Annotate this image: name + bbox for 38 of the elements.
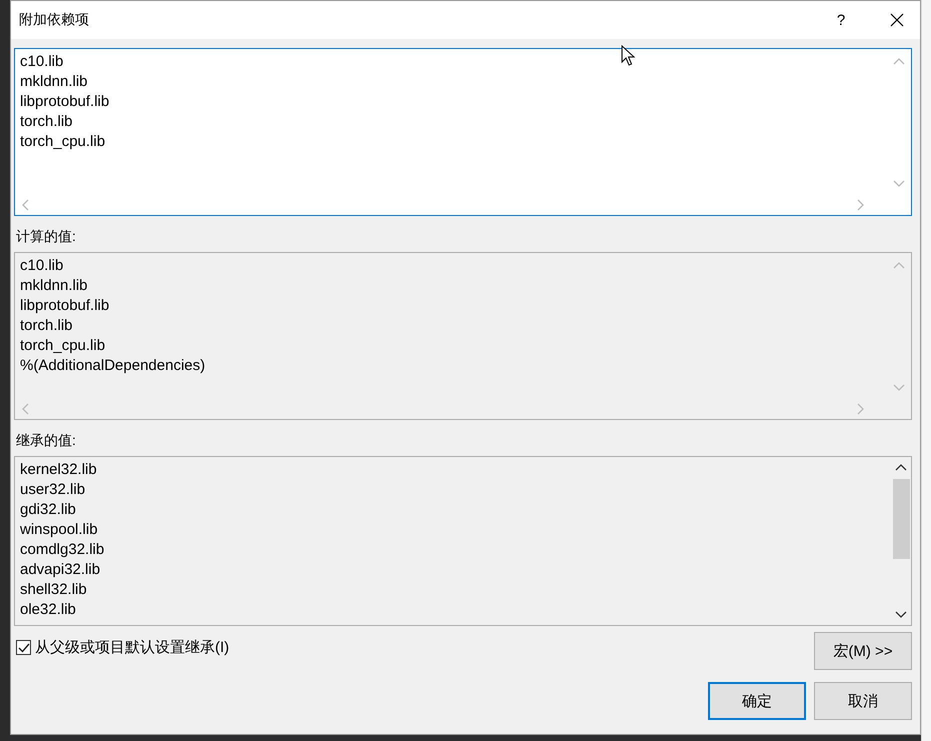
editor-line: c10.lib: [20, 52, 64, 72]
value-line: mkldnn.lib: [20, 276, 88, 296]
value-line: shell32.lib: [20, 580, 87, 600]
checkbox[interactable]: [16, 640, 31, 655]
value-line: user32.lib: [20, 480, 86, 500]
value-line: kernel32.lib: [20, 460, 97, 480]
scroll-right-icon[interactable]: [857, 199, 865, 211]
section-label: 计算的值:: [16, 228, 77, 246]
value-line: c10.lib: [20, 256, 64, 276]
editor-line: libprotobuf.lib: [20, 92, 110, 112]
close-icon: [890, 13, 904, 27]
value-line: %(AdditionalDependencies): [20, 356, 206, 376]
scroll-left-icon[interactable]: [21, 403, 29, 415]
scroll-thumb[interactable]: [892, 479, 910, 559]
editor-line: torch.lib: [20, 112, 73, 132]
value-line: winspool.lib: [20, 520, 98, 540]
checkmark-icon: [18, 642, 30, 652]
scroll-up-icon[interactable]: [895, 463, 907, 471]
dependencies-editor[interactable]: c10.lib mkldnn.lib libprotobuf.lib torch.lib torch_cpu.lib: [14, 48, 912, 216]
value-line: advapi32.lib: [20, 560, 100, 580]
value-line: comdlg32.lib: [20, 540, 104, 560]
help-button[interactable]: ?: [818, 1, 864, 39]
scroll-down-icon[interactable]: [895, 611, 907, 619]
value-line: libprotobuf.lib: [20, 296, 110, 316]
scroll-right-icon[interactable]: [857, 403, 865, 415]
cursor-icon: [621, 45, 635, 67]
cancel-button[interactable]: 取消: [814, 682, 912, 720]
scroll-left-icon[interactable]: [21, 199, 29, 211]
section-label: 继承的值:: [16, 432, 77, 450]
macro-button[interactable]: 宏(M) >>: [814, 632, 912, 670]
value-line: gdi32.lib: [20, 500, 76, 520]
value-line: ole32.lib: [20, 600, 76, 620]
value-line: torch_cpu.lib: [20, 336, 106, 356]
value-line: torch.lib: [20, 316, 73, 336]
window-title: 附加依赖项: [19, 11, 90, 29]
editor-line: mkldnn.lib: [20, 72, 88, 92]
ok-button[interactable]: 确定: [708, 682, 806, 720]
editor-line: torch_cpu.lib: [20, 132, 106, 152]
